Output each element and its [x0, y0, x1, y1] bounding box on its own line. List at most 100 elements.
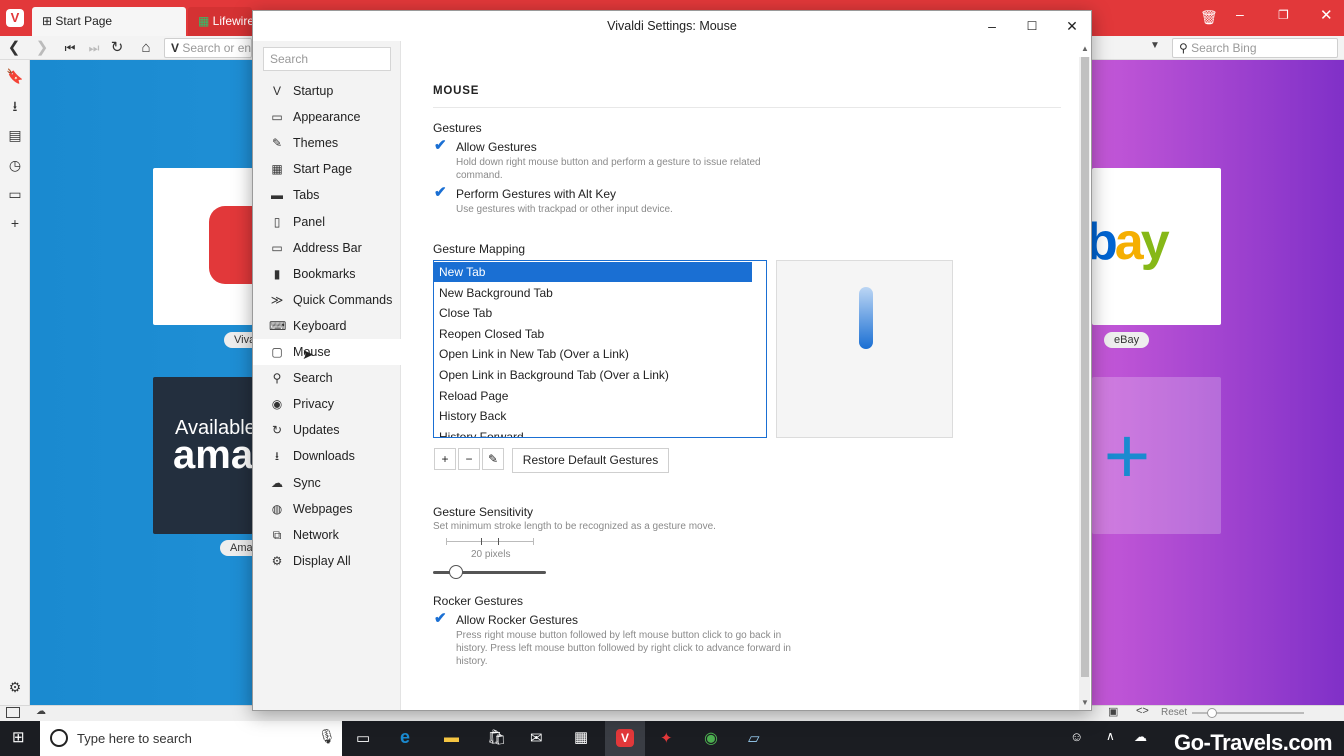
rewind-icon[interactable]: ⏮ [60, 38, 80, 58]
tab-start-page[interactable]: ⊞ Start Page [32, 7, 186, 36]
sensitivity-scale-marker [481, 538, 499, 545]
add-panel-icon[interactable]: + [5, 213, 25, 233]
allow-gestures-label[interactable]: Allow Gestures [456, 140, 537, 154]
nav-item-display-all[interactable]: ⚙ Display All [253, 548, 401, 574]
windows-start-icon[interactable]: ⊞ [12, 730, 28, 746]
taskbar-vivaldi-active[interactable]: V [605, 721, 645, 756]
calculator-icon[interactable]: ▦ [574, 728, 588, 746]
gesture-list-item[interactable]: History Forward [434, 427, 752, 437]
gesture-list-item[interactable]: Open Link in Background Tab (Over a Link… [434, 365, 752, 385]
tray-chevron-icon[interactable]: ∧ [1106, 729, 1115, 743]
gesture-list-item[interactable]: Reload Page [434, 386, 752, 406]
fast-forward-icon[interactable]: ⏭ [84, 38, 104, 58]
nav-item-start-page[interactable]: ▦ Start Page [253, 156, 401, 182]
nav-item-updates[interactable]: ↻ Updates [253, 417, 401, 443]
zoom-reset-label[interactable]: Reset [1161, 707, 1187, 718]
code-icon[interactable]: <> [1136, 705, 1149, 717]
edge-icon[interactable]: e [400, 727, 410, 748]
address-field[interactable]: V Search or en [164, 38, 252, 58]
nav-item-appearance[interactable]: ▭ Appearance [253, 104, 401, 130]
dialog-minimize-button[interactable]: – [979, 15, 1005, 37]
nav-item-downloads[interactable]: ⭳ Downloads [253, 443, 401, 469]
speed-dial-amazon[interactable]: Available ama [153, 377, 253, 534]
remove-gesture-button[interactable]: − [458, 448, 480, 470]
address-dropdown-icon[interactable]: ▼ [1150, 40, 1160, 51]
dialog-maximize-button[interactable]: ☐ [1019, 15, 1045, 37]
taskbar-search-box[interactable]: Type here to search 🎙 [40, 721, 342, 756]
nav-item-sync[interactable]: ☁ Sync [253, 470, 401, 496]
dialog-close-button[interactable]: ✕ [1059, 15, 1085, 37]
allow-rocker-gestures-checkbox[interactable]: ✔ [434, 611, 448, 626]
gesture-list-item[interactable]: Close Tab [434, 303, 752, 323]
edit-gesture-pencil-icon[interactable]: ✎ [482, 448, 504, 470]
settings-scrollbar-thumb[interactable] [1081, 57, 1089, 677]
nav-item-search[interactable]: ⚲ Search [253, 365, 401, 391]
gesture-list-item[interactable]: Open Link in New Tab (Over a Link) [434, 344, 752, 364]
gesture-list-item[interactable]: New Tab [434, 262, 752, 282]
nav-item-themes[interactable]: ✎ Themes [253, 130, 401, 156]
scroll-down-icon[interactable]: ▼ [1081, 698, 1089, 707]
add-speed-dial-button[interactable]: + [1092, 377, 1221, 534]
add-gesture-button[interactable]: + [434, 448, 456, 470]
nav-item-bookmarks[interactable]: ▮ Bookmarks [253, 261, 401, 287]
task-view-icon[interactable]: ▭ [356, 729, 370, 747]
restore-default-gestures-button[interactable]: Restore Default Gestures [512, 448, 669, 473]
forward-icon[interactable]: ❯ [32, 38, 52, 58]
gesture-list-item[interactable]: Reopen Closed Tab [434, 324, 752, 344]
trash-icon[interactable]: 🗑 [1200, 9, 1218, 27]
notepad-icon[interactable]: ▱ [748, 729, 760, 747]
nav-item-panel[interactable]: ▯ Panel [253, 209, 401, 235]
notes-panel-icon[interactable]: ▤ [5, 125, 25, 145]
gesture-mapping-list[interactable]: New Tab New Background Tab Close Tab Reopen… [433, 260, 767, 438]
file-explorer-icon[interactable]: ▬ [444, 729, 459, 746]
speed-dial-vivaldi[interactable] [153, 168, 269, 325]
network-icon: ⧉ [272, 527, 282, 542]
gesture-sensitivity-hint: Set minimum stroke length to be recogniz… [433, 521, 716, 532]
cloud-sync-icon[interactable]: ☁ [36, 706, 46, 717]
settings-search-input[interactable]: Search [263, 47, 391, 71]
scroll-up-icon[interactable]: ▲ [1081, 44, 1089, 53]
allow-rocker-gestures-label[interactable]: Allow Rocker Gestures [456, 613, 578, 627]
bookmarks-panel-icon[interactable]: 🔖 [5, 66, 25, 86]
sensitivity-slider-handle[interactable] [448, 565, 463, 579]
minimize-icon[interactable]: – [1236, 6, 1244, 22]
nav-item-tabs[interactable]: ▬ Tabs [253, 182, 401, 208]
search-engine-field[interactable]: ⚲ Search Bing [1172, 38, 1338, 58]
back-icon[interactable]: ❮ [4, 38, 24, 58]
settings-gear-icon[interactable]: ⚙ [5, 677, 25, 697]
home-icon[interactable]: ⌂ [136, 38, 156, 58]
nav-item-privacy[interactable]: ◉ Privacy [253, 391, 401, 417]
store-icon[interactable]: 🛍 [487, 728, 506, 746]
image-toggle-icon[interactable]: ▣ [1108, 705, 1118, 718]
reload-icon[interactable]: ↻ [107, 38, 127, 58]
people-icon[interactable]: ☺ [1070, 729, 1083, 744]
window-panel-icon[interactable]: ▭ [5, 184, 25, 204]
nav-item-label: Panel [293, 214, 325, 229]
panel-toggle-icon[interactable] [6, 707, 20, 718]
vivaldi-logo-icon[interactable]: V [6, 9, 24, 27]
nav-item-startup[interactable]: V Startup [253, 78, 401, 104]
chrome-icon[interactable]: ◉ [704, 728, 718, 748]
nav-item-mouse[interactable]: ▢ Mouse [253, 339, 401, 365]
restore-icon[interactable]: ❐ [1278, 8, 1289, 22]
nav-item-keyboard[interactable]: ⌨ Keyboard [253, 313, 401, 339]
nav-item-address-bar[interactable]: ▭ Address Bar [253, 235, 401, 261]
allow-gestures-checkbox[interactable]: ✔ [434, 138, 448, 153]
close-window-icon[interactable]: ✕ [1320, 6, 1333, 24]
zoom-slider-handle[interactable] [1207, 708, 1217, 718]
nav-item-webpages[interactable]: ◍ Webpages [253, 496, 401, 522]
alt-key-gestures-checkbox[interactable]: ✔ [434, 185, 448, 200]
gesture-list-item[interactable]: New Background Tab [434, 283, 752, 303]
tab-lifewire[interactable]: ▦ Lifewire [188, 7, 252, 36]
mail-icon[interactable]: ✉ [530, 729, 543, 747]
history-panel-icon[interactable]: ◷ [5, 155, 25, 175]
onedrive-icon[interactable]: ☁ [1134, 729, 1147, 745]
nav-item-quick-commands[interactable]: ≫ Quick Commands [253, 287, 401, 313]
gesture-list-item[interactable]: History Back [434, 406, 752, 426]
nav-item-network[interactable]: ⧉ Network [253, 522, 401, 548]
downloads-panel-icon[interactable]: ⭳ [5, 96, 25, 116]
speed-dial-ebay[interactable]: bay [1086, 168, 1221, 325]
microphone-icon[interactable]: 🎙 [318, 728, 336, 745]
alt-key-gestures-label[interactable]: Perform Gestures with Alt Key [456, 187, 616, 201]
app-icon[interactable]: ✦ [660, 729, 673, 747]
